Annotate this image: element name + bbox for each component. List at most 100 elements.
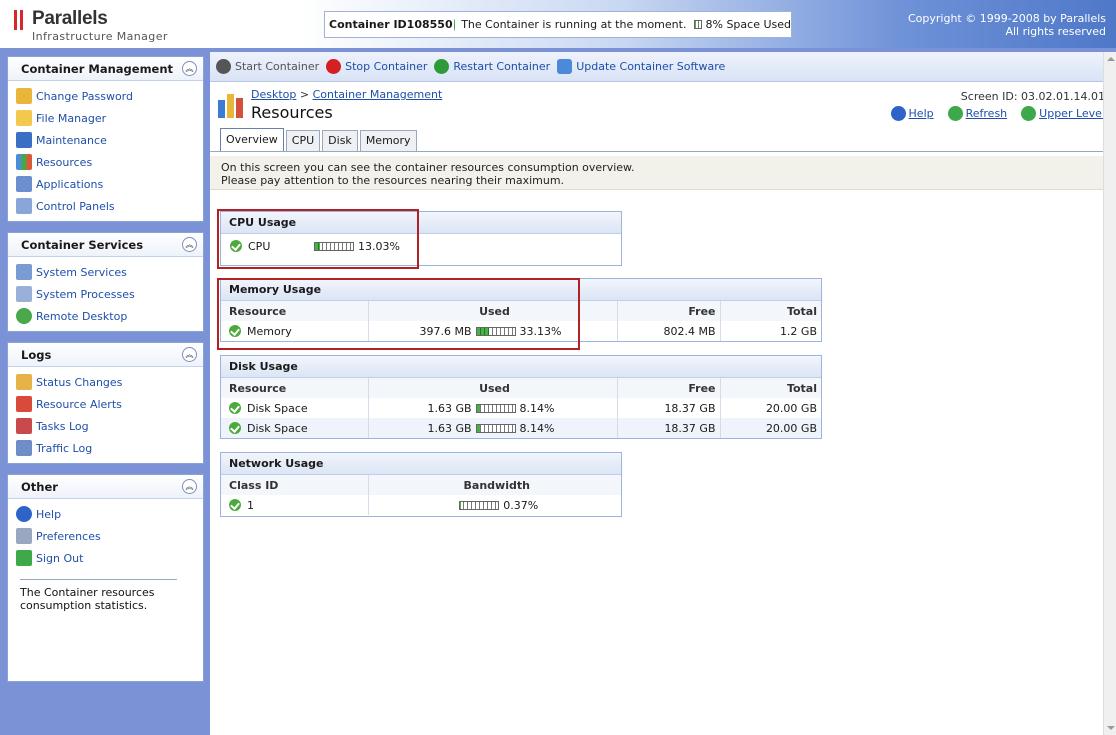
update-software-label: Update Container Software: [576, 60, 726, 73]
column-header: Free: [617, 378, 721, 398]
sidebar-item-label: Status Changes: [36, 375, 123, 389]
disk-usage-fill: [476, 404, 480, 412]
bandwidth-cell: 0.37%: [368, 495, 621, 515]
sidebar-item-status-changes[interactable]: Status Changes: [16, 371, 203, 393]
intro-line-2: Please pay attention to the resources ne…: [221, 174, 565, 187]
sidebar-item-label: Traffic Log: [36, 441, 93, 455]
sidebar-item-traffic-log[interactable]: Traffic Log: [16, 437, 203, 459]
tab-memory[interactable]: Memory: [359, 130, 417, 151]
restart-container-button[interactable]: Restart Container: [434, 59, 550, 74]
tab-overview[interactable]: Overview: [220, 128, 284, 151]
column-header: Bandwidth: [368, 475, 621, 495]
help-link[interactable]: Help: [890, 106, 934, 121]
network-usage-card: Network Usage Class ID Bandwidth 1 0.37%: [220, 452, 622, 517]
update-software-button[interactable]: Update Container Software: [557, 59, 725, 74]
sidebar-item-label: Remote Desktop: [36, 309, 128, 323]
used-cell: 1.63 GB 8.14%: [368, 418, 618, 438]
collapse-icon[interactable]: ︽: [182, 479, 197, 494]
sidebar-item-system-processes[interactable]: System Processes: [16, 283, 203, 305]
disk-usage-card: Disk Usage Resource Used Free Total Disk…: [220, 355, 822, 439]
help-icon: [890, 106, 906, 121]
space-used-label: 8% Space Used: [705, 18, 792, 31]
sidebar-item-maintenance[interactable]: Maintenance: [16, 129, 203, 151]
collapse-icon[interactable]: ︽: [182, 61, 197, 76]
ok-icon: [229, 421, 241, 434]
used-value: 1.63 GB: [427, 421, 472, 435]
tab-cpu[interactable]: CPU: [285, 130, 321, 151]
bandwidth-value: 0.37%: [503, 498, 539, 512]
table-row: Disk Space 1.63 GB 8.14% 18.37 GB 20.00 G…: [221, 398, 821, 418]
start-container-button[interactable]: Start Container: [216, 59, 319, 74]
sidebar: Container Management ︽ Change Password F…: [7, 56, 204, 692]
restart-icon: [434, 59, 450, 74]
breadcrumb-desktop-link[interactable]: Desktop: [251, 88, 296, 101]
collapse-icon[interactable]: ︽: [182, 347, 197, 362]
breadcrumb: Desktop > Container Management: [251, 88, 442, 101]
bandwidth-bar: [459, 500, 500, 510]
scroll-down-icon[interactable]: [1107, 726, 1115, 730]
help-icon: [16, 506, 32, 522]
sidebar-item-sign-out[interactable]: Sign Out: [16, 547, 203, 569]
vertical-scrollbar[interactable]: [1103, 52, 1116, 735]
sidebar-item-system-services[interactable]: System Services: [16, 261, 203, 283]
sidebar-description: The Container resources consumption stat…: [20, 579, 177, 612]
free-value: 802.4 MB: [617, 321, 721, 341]
disk-table: Resource Used Free Total Disk Space 1.63…: [221, 378, 821, 438]
panel-title: Container Services: [21, 237, 144, 252]
disk-usage-fill: [476, 424, 480, 432]
sidebar-item-label: Change Password: [36, 89, 133, 103]
column-header: Resource: [221, 378, 369, 398]
sidebar-item-resource-alerts[interactable]: Resource Alerts: [16, 393, 203, 415]
container-id: Container ID108550: [329, 18, 453, 31]
sidebar-item-preferences[interactable]: Preferences: [16, 525, 203, 547]
top-header: Parallels Infrastructure Manager Contain…: [0, 0, 1116, 48]
sidebar-item-change-password[interactable]: Change Password: [16, 85, 203, 107]
sidebar-item-tasks-log[interactable]: Tasks Log: [16, 415, 203, 437]
tab-disk[interactable]: Disk: [322, 130, 358, 151]
services-icon: [16, 264, 32, 280]
breadcrumb-separator: >: [299, 88, 310, 101]
scroll-up-icon[interactable]: [1107, 57, 1115, 61]
restart-container-label: Restart Container: [453, 60, 551, 73]
network-usage-title: Network Usage: [221, 453, 621, 475]
refresh-link[interactable]: Refresh: [947, 106, 1007, 121]
upper-level-link[interactable]: Upper Level: [1021, 106, 1105, 121]
sidebar-item-file-manager[interactable]: File Manager: [16, 107, 203, 129]
logo-icon: [14, 10, 26, 30]
control-panel-icon: [16, 198, 32, 214]
column-header: Class ID: [221, 475, 369, 495]
column-header: Total: [720, 378, 821, 398]
ok-icon: [229, 401, 241, 414]
sidebar-item-label: Tasks Log: [36, 419, 89, 433]
sidebar-item-control-panels[interactable]: Control Panels: [16, 195, 203, 217]
table-header-row: Resource Used Free Total: [221, 378, 821, 398]
sidebar-item-resources[interactable]: Resources: [16, 151, 203, 173]
total-value: 20.00 GB: [720, 418, 821, 438]
tab-bar: Overview CPU Disk Memory: [220, 128, 419, 151]
column-header: Used: [368, 378, 618, 398]
folder-icon: [16, 110, 32, 126]
sidebar-item-label: Control Panels: [36, 199, 115, 213]
traffic-icon: [16, 440, 32, 456]
used-percent: 8.14%: [519, 401, 555, 415]
container-status-text: The Container is running at the moment.: [461, 18, 687, 31]
upper-level-icon: [1021, 106, 1037, 121]
collapse-icon[interactable]: ︽: [182, 237, 197, 252]
disk-usage-bar: [475, 423, 516, 433]
breadcrumb-container-management-link[interactable]: Container Management: [313, 88, 443, 101]
screen-id: Screen ID: 03.02.01.14.01: [960, 90, 1105, 103]
sidebar-item-label: System Processes: [36, 287, 135, 301]
table-row: Disk Space 1.63 GB 8.14% 18.37 GB 20.00 G…: [221, 418, 821, 438]
stop-container-button[interactable]: Stop Container: [326, 59, 427, 74]
panel-title: Container Management: [21, 61, 174, 76]
tab-divider: [210, 151, 1116, 152]
refresh-icon: [947, 106, 963, 121]
page-links: Help Refresh Upper Level: [877, 106, 1105, 121]
panel-container-management: Container Management ︽ Change Password F…: [7, 56, 204, 222]
disk-usage-bar: [475, 403, 516, 413]
sidebar-item-help[interactable]: Help: [16, 503, 203, 525]
update-icon: [557, 59, 573, 74]
sidebar-item-applications[interactable]: Applications: [16, 173, 203, 195]
resources-icon: [216, 90, 246, 120]
sidebar-item-remote-desktop[interactable]: Remote Desktop: [16, 305, 203, 327]
